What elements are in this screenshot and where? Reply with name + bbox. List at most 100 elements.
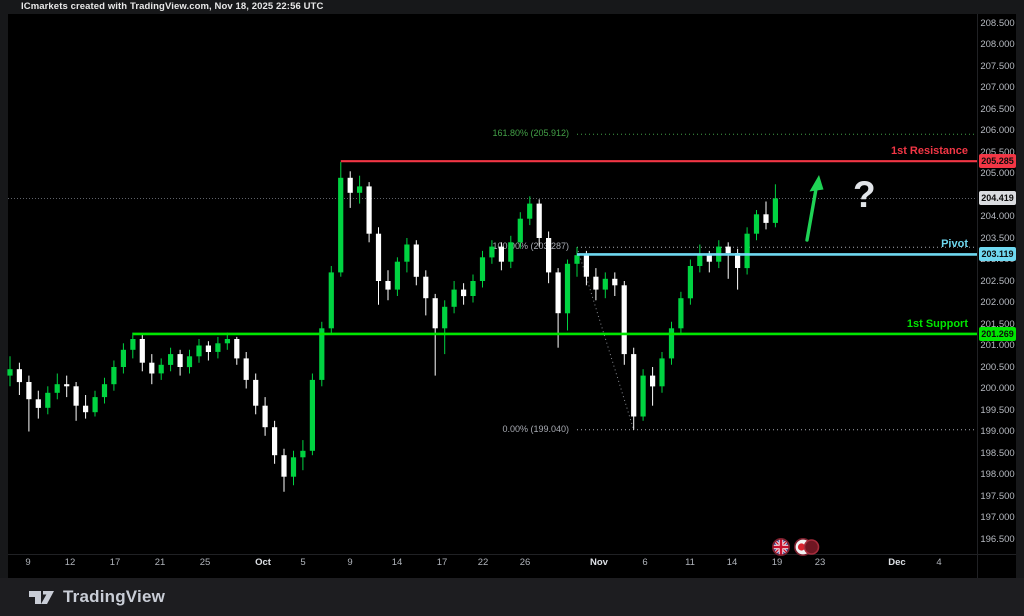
candle [140, 335, 145, 372]
time-tick-label: 14 [712, 557, 752, 568]
time-tick-label: 12 [50, 557, 90, 568]
candle [206, 341, 211, 360]
tradingview-chart-window: ICmarkets created with TradingView.com, … [0, 0, 1024, 616]
candle [537, 199, 542, 246]
candle [281, 449, 286, 492]
candle [64, 376, 69, 398]
candle [489, 240, 494, 264]
resistance-price-tag: 205.285 [979, 154, 1016, 168]
candle [414, 240, 419, 285]
time-tick-label: 26 [505, 557, 545, 568]
time-tick-label: Oct [243, 557, 283, 568]
candle [263, 397, 268, 436]
time-tick-label: 5 [283, 557, 323, 568]
time-tick-label: 25 [185, 557, 225, 568]
candle [55, 374, 60, 400]
time-tick-label: 14 [377, 557, 417, 568]
candle [310, 374, 315, 456]
candle [376, 227, 381, 304]
time-tick-label: 21 [140, 557, 180, 568]
candle [442, 300, 447, 354]
chart-canvas[interactable] [0, 0, 1024, 616]
candle [149, 354, 154, 384]
candle [168, 348, 173, 372]
candle [272, 421, 277, 464]
candle [754, 210, 759, 240]
time-tick-label: 22 [463, 557, 503, 568]
candle [499, 242, 504, 270]
pivot-label[interactable]: Pivot [768, 238, 968, 250]
tradingview-logo-mark [28, 586, 55, 608]
candle [26, 376, 31, 432]
candle [7, 356, 12, 386]
question-mark-annotation[interactable]: ? [853, 174, 876, 216]
candle [357, 176, 362, 204]
candle [641, 369, 646, 421]
candle [518, 212, 523, 249]
candle [300, 440, 305, 470]
candle [726, 242, 731, 278]
candle [74, 382, 79, 421]
candle [395, 257, 400, 296]
candle [688, 260, 693, 305]
candle [338, 162, 343, 277]
last-price-tag: 204.419 [979, 191, 1016, 205]
up-arrow[interactable] [807, 175, 824, 240]
candle [527, 196, 532, 225]
support-price-tag: 201.269 [979, 327, 1016, 341]
candle [178, 350, 183, 376]
time-tick-label: 19 [757, 557, 797, 568]
candle [102, 378, 107, 404]
tradingview-logo-text: TradingView [63, 587, 165, 607]
candle [196, 339, 201, 363]
time-tick-label: 9 [8, 557, 48, 568]
support-label[interactable]: 1st Support [768, 318, 968, 330]
candle [45, 386, 50, 414]
candle [773, 184, 778, 227]
candle [234, 337, 239, 365]
time-tick-label: 17 [95, 557, 135, 568]
candle [423, 270, 428, 315]
candle [678, 292, 683, 335]
candle [556, 268, 561, 348]
candle [565, 260, 570, 331]
candle [622, 281, 627, 365]
time-tick-label: 6 [625, 557, 665, 568]
candle [93, 391, 98, 417]
time-tick-label: 9 [330, 557, 370, 568]
time-tick-label: 17 [422, 557, 462, 568]
time-tick-label: 11 [670, 557, 710, 568]
candle [470, 275, 475, 303]
candle [121, 343, 126, 373]
candle [329, 266, 334, 335]
candle [745, 227, 750, 274]
resistance-label[interactable]: 1st Resistance [768, 145, 968, 157]
candle [461, 283, 466, 305]
candle [17, 363, 22, 395]
time-tick-label: Nov [579, 557, 619, 568]
candle [404, 238, 409, 272]
candle [546, 232, 551, 284]
candle [253, 374, 258, 415]
candle [215, 337, 220, 359]
candle [83, 395, 88, 419]
bottom-bar: TradingView [0, 578, 1024, 616]
candle [291, 451, 296, 486]
candle [348, 171, 353, 208]
candle [187, 350, 192, 374]
candle [385, 270, 390, 300]
candle [111, 361, 116, 391]
candle [36, 391, 41, 419]
candle [612, 272, 617, 296]
candle [319, 322, 324, 387]
candle [603, 272, 608, 298]
time-tick-label: 23 [800, 557, 840, 568]
candle [593, 268, 598, 300]
candle [244, 352, 249, 389]
time-tick-label: 4 [919, 557, 959, 568]
time-tick-label: Dec [877, 557, 917, 568]
tradingview-logo[interactable]: TradingView [28, 586, 165, 608]
candle [650, 367, 655, 406]
candle [159, 358, 164, 380]
pivot-price-tag: 203.119 [979, 247, 1016, 261]
